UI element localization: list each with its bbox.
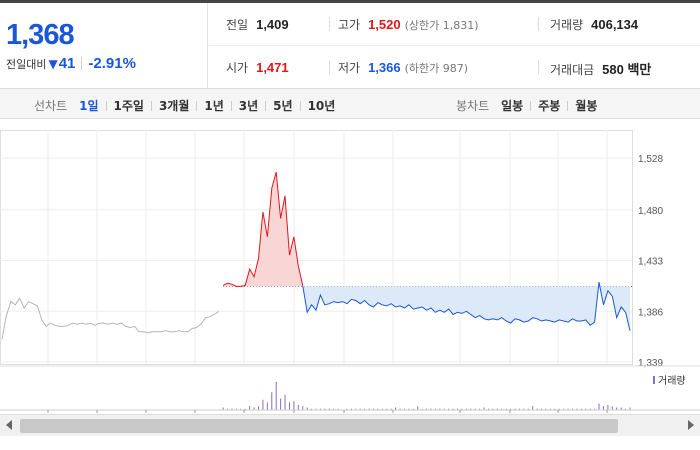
period-3m[interactable]: 3개월 bbox=[159, 97, 189, 114]
prev-close: 전일 1,409 bbox=[226, 16, 289, 33]
lower-limit: (하한가 987) bbox=[404, 62, 469, 75]
down-area-fill bbox=[302, 286, 630, 331]
divider bbox=[538, 17, 539, 31]
prev-close-value: 1,409 bbox=[256, 17, 289, 32]
candle-chart-title: 봉차트 bbox=[456, 99, 490, 113]
change-percent: -2.91% bbox=[88, 55, 136, 72]
divider bbox=[196, 100, 198, 111]
divider bbox=[299, 100, 301, 111]
divider bbox=[81, 57, 83, 70]
volume-legend-swatch bbox=[653, 376, 655, 384]
intraday-chart: 1,528 1,480 1,433 1,386 1,339 거래량 bbox=[0, 120, 700, 450]
divider bbox=[105, 100, 107, 111]
divider bbox=[567, 100, 569, 111]
low-value: 1,366 bbox=[368, 60, 401, 75]
y-tick-label: 1,480 bbox=[638, 206, 663, 217]
amount-value: 580 백만 bbox=[602, 62, 652, 77]
chart-svg: 1,528 1,480 1,433 1,386 1,339 거래량 bbox=[0, 130, 700, 413]
divider bbox=[538, 60, 539, 74]
high-value: 1,520 bbox=[368, 17, 401, 32]
down-triangle-icon: ▼ bbox=[48, 56, 58, 71]
period-10y[interactable]: 10년 bbox=[308, 97, 336, 114]
divider bbox=[530, 100, 532, 111]
scroll-thumb[interactable] bbox=[20, 419, 618, 433]
period-3y[interactable]: 3년 bbox=[239, 97, 258, 114]
change-row: 전일대비 ▼ 41 -2.91% bbox=[6, 55, 136, 72]
divider bbox=[329, 17, 330, 31]
period-1d[interactable]: 1일 bbox=[79, 97, 98, 114]
y-tick-label: 1,386 bbox=[638, 307, 663, 318]
chart-scrollbar[interactable] bbox=[0, 414, 700, 436]
up-area-fill bbox=[223, 172, 303, 287]
high-label: 고가 bbox=[338, 18, 361, 32]
line-chart-periods: 선차트 1일 1주일 3개월 1년 3년 5년 10년 bbox=[34, 97, 335, 114]
low-price: 저가 1,366 (하한가 987) bbox=[338, 59, 468, 76]
current-price: 1,368 bbox=[6, 19, 75, 51]
divider bbox=[230, 100, 232, 111]
line-chart-title: 선차트 bbox=[34, 99, 68, 113]
period-5y[interactable]: 5년 bbox=[273, 97, 292, 114]
open-label: 시가 bbox=[226, 61, 249, 75]
period-selector-bar: 선차트 1일 1주일 3개월 1년 3년 5년 10년 봉차트 일봉 주봉 월봉 bbox=[0, 88, 700, 119]
prev-close-label: 전일 bbox=[226, 18, 249, 32]
trade-amount: 거래대금 580 백만 bbox=[550, 59, 651, 78]
price-summary: 1,368 전일대비 ▼ 41 -2.91% bbox=[0, 3, 208, 88]
scroll-right-arrow-icon[interactable] bbox=[688, 420, 694, 430]
change-label: 전일대비 bbox=[6, 57, 47, 71]
open-price: 시가 1,471 bbox=[226, 59, 289, 76]
upper-limit: (상한가 1,831) bbox=[404, 19, 479, 32]
scroll-left-arrow-icon[interactable] bbox=[6, 420, 12, 430]
amount-label: 거래대금 bbox=[550, 63, 595, 77]
high-price: 고가 1,520 (상한가 1,831) bbox=[338, 16, 479, 33]
candle-monthly[interactable]: 월봉 bbox=[575, 97, 597, 114]
y-tick-label: 1,528 bbox=[638, 154, 663, 165]
info-row: 전일 1,409 고가 1,520 (상한가 1,831) 거래량 406,134 bbox=[209, 3, 700, 45]
divider bbox=[329, 60, 330, 74]
y-tick-label: 1,339 bbox=[638, 358, 663, 369]
candle-daily[interactable]: 일봉 bbox=[501, 97, 523, 114]
plot-frame bbox=[0, 130, 633, 365]
open-value: 1,471 bbox=[256, 60, 289, 75]
info-row: 시가 1,471 저가 1,366 (하한가 987) 거래대금 580 백만 bbox=[209, 46, 700, 88]
period-1w[interactable]: 1주일 bbox=[114, 97, 144, 114]
volume-value: 406,134 bbox=[591, 17, 639, 32]
change-amount: 41 bbox=[58, 55, 76, 72]
divider bbox=[265, 100, 267, 111]
previous-day-line bbox=[1, 297, 219, 340]
volume-legend-label: 거래량 bbox=[658, 375, 686, 387]
candle-weekly[interactable]: 주봉 bbox=[538, 97, 560, 114]
low-label: 저가 bbox=[338, 61, 361, 75]
volume-label: 거래량 bbox=[550, 18, 584, 32]
y-tick-label: 1,433 bbox=[638, 257, 663, 268]
quote-info-table: 전일 1,409 고가 1,520 (상한가 1,831) 거래량 406,134 시가… bbox=[209, 3, 700, 88]
period-1y[interactable]: 1년 bbox=[204, 97, 223, 114]
divider bbox=[150, 100, 152, 111]
volume: 거래량 406,134 bbox=[550, 16, 638, 33]
candle-chart-periods: 봉차트 일봉 주봉 월봉 bbox=[456, 97, 597, 114]
